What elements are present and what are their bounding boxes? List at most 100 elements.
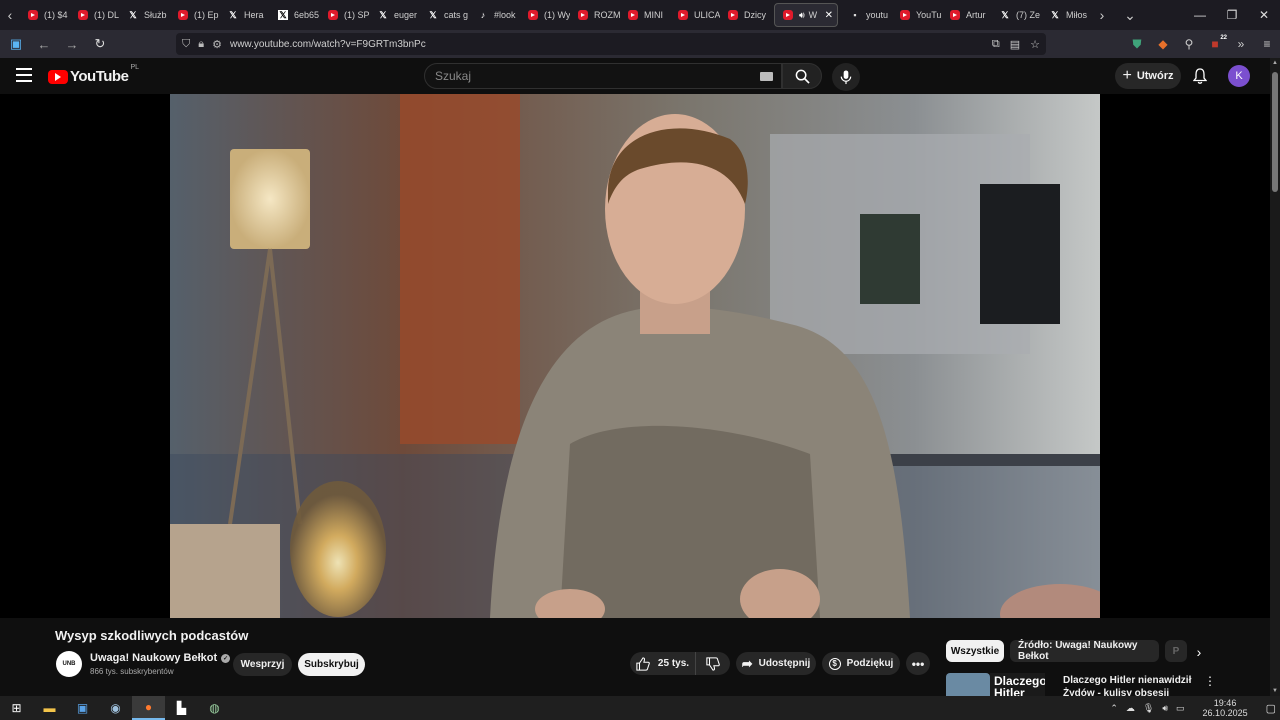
guide-menu-icon[interactable] bbox=[16, 68, 32, 82]
related-video-thumbnail[interactable] bbox=[946, 673, 990, 696]
browser-tab[interactable]: 𝕏 Hera bbox=[220, 3, 270, 27]
browser-tab[interactable]: ▪ youtu bbox=[842, 3, 892, 27]
speaker-icon[interactable]: 🔊︎ bbox=[1162, 703, 1168, 714]
shield-icon[interactable]: ⛉ bbox=[182, 38, 190, 51]
youtube-favicon-icon bbox=[78, 10, 88, 20]
app-globe-icon[interactable]: ◍ bbox=[198, 696, 231, 720]
chevron-right-icon[interactable]: › bbox=[1190, 643, 1208, 661]
clock-date: 26.10.2025 bbox=[1202, 708, 1248, 718]
youtube-wordmark: YouTube bbox=[70, 68, 129, 85]
tabs-scroll-right-button[interactable]: › bbox=[1092, 0, 1112, 30]
browser-tab[interactable]: YouTu bbox=[892, 3, 942, 27]
scroll-up-icon[interactable]: ▲ bbox=[1270, 60, 1280, 66]
browser-tab[interactable]: (1) Wy bbox=[520, 3, 570, 27]
browser-tab[interactable]: MINI bbox=[620, 3, 670, 27]
tab-list-dropdown-icon[interactable]: ⌄ bbox=[1120, 0, 1140, 30]
youtube-favicon-icon bbox=[178, 10, 188, 20]
tabs-scroll-left-button[interactable]: ‹ bbox=[0, 0, 20, 30]
browser-tab[interactable]: 𝕏cats g bbox=[420, 3, 470, 27]
ublock-extension-icon[interactable]: ■ 22 bbox=[1202, 35, 1228, 51]
chip-all[interactable]: Wszystkie bbox=[946, 640, 1004, 662]
picture-in-picture-icon[interactable]: ⧉ bbox=[992, 38, 1000, 51]
app-menu-icon[interactable]: ≡ bbox=[1254, 37, 1280, 51]
subscribe-button[interactable]: Subskrybuj bbox=[298, 653, 365, 676]
browser-tab[interactable]: (1) DL bbox=[70, 3, 120, 27]
reader-view-icon[interactable]: ▤ bbox=[1010, 38, 1020, 51]
video-player[interactable] bbox=[0, 94, 1270, 618]
video-frame[interactable] bbox=[170, 94, 1100, 618]
browser-tab[interactable]: (1) $4 bbox=[20, 3, 70, 27]
bookmark-star-icon[interactable]: ☆ bbox=[1030, 38, 1040, 51]
browser-tab-label: W bbox=[808, 10, 818, 20]
network-icon[interactable]: ▭ bbox=[1176, 703, 1185, 714]
notion-icon[interactable]: ▙ bbox=[165, 696, 198, 720]
sidebar-toggle-icon[interactable]: ▣ bbox=[4, 32, 28, 56]
navigation-toolbar: ▣ ← → ↻ ⛉ 🔒︎ ⚙ www.youtube.com/watch?v=F… bbox=[0, 30, 1280, 58]
reload-button[interactable]: ↻ bbox=[88, 32, 112, 56]
fox-extension-icon[interactable]: ◆ bbox=[1150, 37, 1176, 51]
keyboard-icon[interactable] bbox=[760, 72, 773, 81]
microphone-tray-icon[interactable]: 🎙︎ bbox=[1143, 703, 1154, 714]
search-button[interactable] bbox=[782, 63, 822, 89]
shield-extension-icon[interactable]: ⛊ bbox=[1124, 37, 1150, 52]
lock-icon[interactable]: 🔒︎ bbox=[198, 38, 204, 51]
browser-tab[interactable]: 𝕏 6eb65 bbox=[270, 3, 320, 27]
browser-tab[interactable]: 🔊︎ W ✕ bbox=[774, 3, 838, 27]
dislike-button[interactable] bbox=[696, 656, 730, 671]
browser-tab[interactable]: (1) Ep bbox=[170, 3, 220, 27]
permissions-icon[interactable]: ⚙ bbox=[212, 38, 222, 51]
channel-name-link[interactable]: Uwaga! Naukowy Bełkot ✓ bbox=[90, 652, 231, 664]
channel-avatar[interactable]: UNB bbox=[56, 651, 82, 677]
browser-tab[interactable]: ROZM bbox=[570, 3, 620, 27]
page-scrollbar[interactable]: ▲ ▼ bbox=[1270, 58, 1280, 696]
extensions-icon[interactable]: ⚲ bbox=[1176, 37, 1202, 51]
tab-close-icon[interactable]: ✕ bbox=[825, 10, 833, 21]
chip-source-channel[interactable]: Źródło: Uwaga! Naukowy Bełkot bbox=[1010, 640, 1159, 662]
create-button[interactable]: + Utwórz bbox=[1115, 63, 1181, 89]
browser-tab[interactable]: Dzicy bbox=[720, 3, 770, 27]
restore-button[interactable]: ❐ bbox=[1216, 0, 1248, 30]
start-windows-icon[interactable]: ⊞ bbox=[0, 696, 33, 720]
browser-tab[interactable]: 𝕏 Służb bbox=[120, 3, 170, 27]
account-avatar[interactable]: K bbox=[1228, 65, 1250, 87]
share-button[interactable]: ➦ Udostępnij bbox=[736, 652, 816, 675]
tray-chevron-up-icon[interactable]: ⌃ bbox=[1110, 703, 1118, 714]
voice-search-button[interactable] bbox=[832, 63, 860, 91]
browser-tab-label: ULICA bbox=[694, 10, 720, 20]
back-button[interactable]: ← bbox=[32, 32, 56, 56]
remote-desktop-icon[interactable]: ▣ bbox=[66, 696, 99, 720]
firefox-icon[interactable]: ● bbox=[132, 696, 165, 720]
more-actions-button[interactable]: ••• bbox=[906, 652, 930, 675]
browser-tab[interactable]: 𝕏 Miłos bbox=[1042, 3, 1092, 27]
notifications-icon[interactable]: ▢ bbox=[1266, 702, 1276, 715]
browser-tab[interactable]: (1) SP bbox=[320, 3, 370, 27]
browser-tab[interactable]: ULICA bbox=[670, 3, 720, 27]
browser-tab[interactable]: Artur bbox=[942, 3, 992, 27]
browser-tab-label: Artur bbox=[966, 10, 986, 20]
browser-tab[interactable]: ♪ #look bbox=[470, 3, 520, 27]
close-window-button[interactable]: ✕ bbox=[1248, 0, 1280, 30]
minimize-button[interactable]: — bbox=[1184, 0, 1216, 30]
scroll-down-icon[interactable]: ▼ bbox=[1270, 688, 1280, 694]
like-button[interactable]: 25 tys. bbox=[630, 652, 696, 675]
search-input[interactable]: Szukaj bbox=[424, 63, 782, 89]
chip-partial[interactable]: P bbox=[1165, 640, 1187, 662]
thanks-button[interactable]: $ Podziękuj bbox=[822, 652, 900, 675]
overflow-menu-icon[interactable]: » bbox=[1228, 37, 1254, 51]
browser-tab[interactable]: 𝕏 (7) Ze bbox=[992, 3, 1042, 27]
scrollbar-thumb[interactable] bbox=[1272, 72, 1278, 192]
x-favicon-icon: 𝕏 bbox=[129, 9, 137, 20]
browser-tab[interactable]: 𝕏euger bbox=[370, 3, 420, 27]
clock[interactable]: 19:46 26.10.2025 bbox=[1199, 698, 1252, 718]
forward-button[interactable]: → bbox=[60, 32, 84, 56]
related-more-vertical-icon[interactable]: ⋮ bbox=[1204, 674, 1216, 688]
browser-tab-label: 6eb65 bbox=[294, 10, 320, 20]
youtube-logo[interactable]: YouTube PL bbox=[48, 64, 139, 85]
url-field[interactable]: ⛉ 🔒︎ ⚙ www.youtube.com/watch?v=F9GRTm3bn… bbox=[176, 33, 1046, 55]
steam-icon[interactable]: ◉ bbox=[99, 696, 132, 720]
file-explorer-icon[interactable]: ▬ bbox=[33, 696, 66, 720]
support-button[interactable]: Wesprzyj bbox=[233, 653, 292, 676]
cloud-icon[interactable]: ☁ bbox=[1126, 703, 1135, 714]
notifications-bell-icon[interactable] bbox=[1190, 66, 1210, 86]
tab-audio-icon[interactable]: 🔊︎ bbox=[799, 10, 805, 21]
